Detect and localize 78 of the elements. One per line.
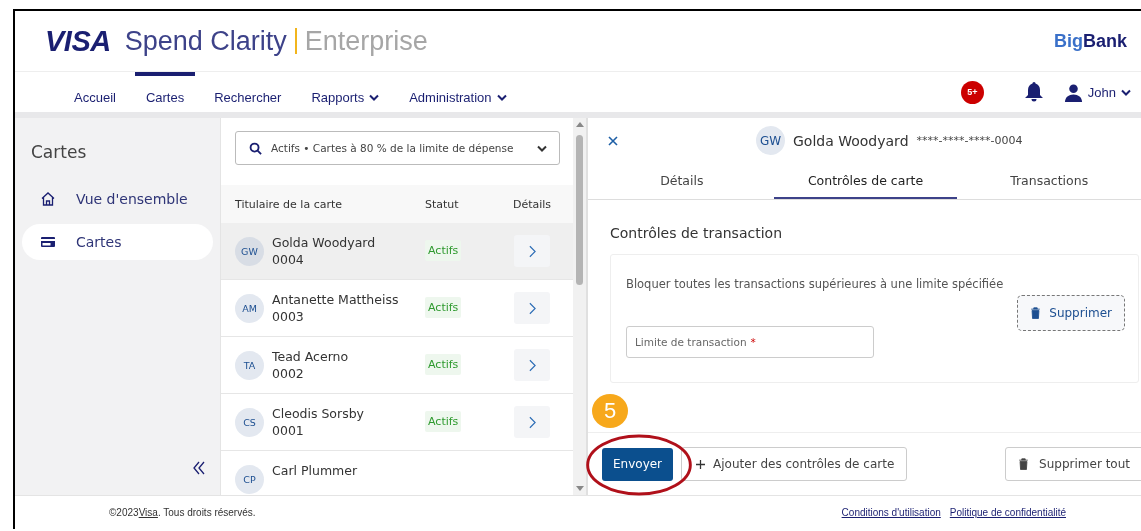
- input-field[interactable]: Limite de transaction *: [626, 326, 874, 358]
- sidebar-title: Cartes: [30, 141, 88, 164]
- sidebar-item[interactable]: Cartes: [22, 224, 213, 260]
- cardholder-name: Tead Acerno: [272, 348, 349, 365]
- cardholder-name: Carl Plummer: [272, 462, 358, 479]
- bell-icon[interactable]: [1023, 81, 1044, 103]
- search-icon: [249, 141, 262, 155]
- cardholder-name: Golda Woodyard: [793, 132, 909, 149]
- status-tag: Actifs: [425, 411, 462, 432]
- initials-avatar: CP: [235, 465, 264, 494]
- copyright-text: ©2023Visa. Tous droits réservés.: [109, 507, 256, 518]
- card-number: 0003: [272, 308, 305, 325]
- card-icon: [40, 234, 56, 250]
- plus-icon: [696, 459, 706, 469]
- chevron-right-icon: [528, 301, 536, 315]
- initials-avatar: GW: [756, 126, 785, 155]
- collapse-icon[interactable]: [192, 461, 206, 475]
- nav-tab[interactable]: Rapports: [300, 72, 391, 112]
- initials-avatar: GW: [235, 237, 264, 266]
- chevron-right-icon: [528, 358, 536, 372]
- control-description: Bloquer toutes les transactions supérieures à une limite spécifiée: [626, 277, 1005, 291]
- scroll-down-icon[interactable]: [575, 486, 584, 491]
- nav-tab[interactable]: Rechercher: [203, 72, 293, 112]
- product-edition: Enterprise: [304, 25, 428, 57]
- scroll-up-icon[interactable]: [575, 122, 584, 127]
- cardholder-name: Golda Woodyard: [272, 234, 376, 251]
- details-button[interactable]: [514, 349, 550, 381]
- chevron-right-icon: [528, 415, 536, 429]
- home-icon: [40, 191, 56, 207]
- tab[interactable]: Transactions: [957, 163, 1141, 199]
- details-button[interactable]: [514, 235, 550, 267]
- column-header: Statut: [425, 197, 460, 211]
- footer-link[interactable]: Politique de confidentialité: [949, 507, 1066, 518]
- tab[interactable]: Détails: [590, 163, 774, 199]
- cardholder-name: Cleodis Sorsby: [272, 405, 364, 422]
- caret-icon: [1121, 88, 1131, 96]
- submit-button[interactable]: Envoyer: [602, 447, 674, 481]
- status-tag: Actifs: [425, 240, 462, 261]
- filter-dropdown[interactable]: Actifs • Cartes à 80 % de la limite de dépense: [235, 131, 560, 165]
- card-number: 0004: [272, 251, 305, 268]
- delete-all-button[interactable]: Supprimer tout: [1005, 447, 1141, 481]
- details-button[interactable]: [514, 292, 550, 324]
- card-number: 0001: [272, 422, 305, 439]
- caret-icon: [537, 144, 547, 152]
- chevron-right-icon: [528, 244, 536, 258]
- delete-button[interactable]: Supprimer: [1017, 295, 1125, 331]
- notification-badge[interactable]: 5+: [960, 80, 984, 104]
- tab[interactable]: Contrôles de carte: [773, 163, 958, 199]
- cardholder-row[interactable]: GW Golda Woodyard 0004 Actifs: [221, 223, 573, 280]
- close-icon[interactable]: [608, 135, 618, 146]
- add-controls-button[interactable]: Ajouter des contrôles de carte: [681, 447, 908, 481]
- cardholder-name: Antanette Mattheiss: [272, 291, 399, 308]
- section-title: Contrôles de transaction: [610, 225, 783, 241]
- trash-icon: [1030, 307, 1042, 319]
- details-button[interactable]: [514, 406, 550, 438]
- initials-avatar: AM: [235, 294, 264, 323]
- scrollbar[interactable]: [573, 118, 586, 495]
- scrollbar-thumb[interactable]: [576, 135, 583, 285]
- product-name: Spend Clarity: [124, 25, 287, 57]
- status-tag: Actifs: [425, 297, 462, 318]
- user-menu[interactable]: John: [1063, 82, 1131, 102]
- card-number: ****-****-****-0004: [916, 134, 1023, 147]
- nav-tab[interactable]: Accueil: [63, 72, 127, 112]
- initials-avatar: CS: [235, 408, 264, 437]
- step-badge: 5: [592, 393, 628, 428]
- user-icon: [1063, 82, 1083, 102]
- visa-link[interactable]: Visa: [138, 507, 158, 518]
- footer-link[interactable]: Conditions d'utilisation: [841, 507, 941, 518]
- initials-avatar: TA: [235, 351, 264, 380]
- sidebar-item[interactable]: Vue d'ensemble: [22, 181, 213, 217]
- bank-logo: BigBank: [1054, 30, 1127, 52]
- nav-tab[interactable]: Administration: [398, 72, 518, 112]
- status-tag: Actifs: [425, 354, 462, 375]
- column-header: Titulaire de la carte: [234, 197, 344, 211]
- column-header: Détails: [511, 197, 553, 211]
- visa-logo: VISA: [45, 24, 111, 58]
- card-number: 0002: [272, 365, 305, 382]
- trash-icon: [1018, 458, 1030, 470]
